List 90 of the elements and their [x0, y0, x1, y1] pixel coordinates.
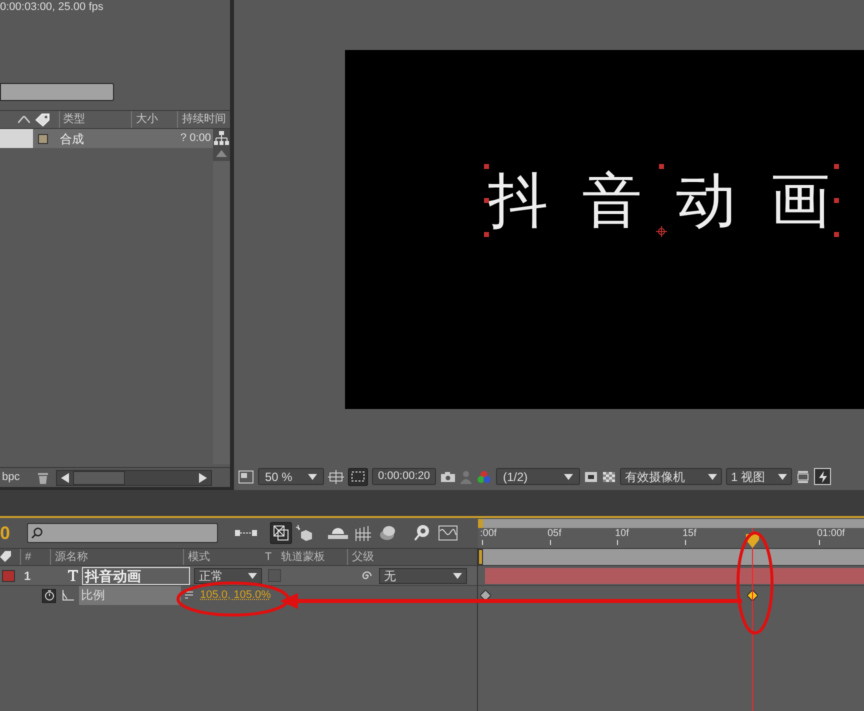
draft-3d-toggle[interactable] — [270, 522, 292, 544]
name-cell — [0, 129, 33, 148]
dropdown-arrow-icon — [308, 474, 317, 480]
column-header[interactable]: 模式 — [183, 548, 261, 566]
layer-search-field[interactable] — [27, 523, 218, 543]
dashed-rect-icon — [351, 471, 365, 482]
stopwatch-toggle[interactable] — [42, 588, 56, 602]
text-layer-icon — [68, 570, 78, 581]
selection-handle[interactable] — [484, 164, 489, 169]
selection-handle[interactable] — [834, 198, 839, 203]
zoom-dropdown[interactable]: 50 % — [258, 468, 324, 485]
ruler-label: 10f — [615, 528, 629, 540]
project-row[interactable]: 合成 ? 0:00 — [0, 129, 213, 148]
selection-handle[interactable] — [834, 232, 839, 237]
selection-handle[interactable] — [659, 164, 664, 169]
layout-icon[interactable] — [796, 470, 810, 484]
layer-row[interactable]: 1 抖音动画 正常 无 — [0, 566, 477, 586]
playhead-marker-icon[interactable] — [746, 534, 759, 548]
column-header[interactable]: T — [261, 548, 277, 566]
search-icon — [31, 527, 43, 539]
mask-toggle[interactable] — [348, 468, 368, 486]
dropdown-arrow-icon — [564, 474, 573, 480]
fast-draft-toggle[interactable] — [814, 468, 831, 485]
keyframe-icon[interactable] — [747, 590, 758, 601]
selection-handle[interactable] — [484, 198, 489, 203]
duration-cell-text: ? 0:00 — [180, 131, 211, 146]
trash-icon[interactable] — [36, 470, 50, 484]
comp-title-text[interactable]: 抖音动画 — [488, 166, 864, 236]
preserve-transparency-checkbox[interactable] — [268, 569, 281, 582]
keyframe-icon[interactable] — [480, 590, 491, 601]
camera-icon[interactable] — [440, 470, 456, 482]
camera-dropdown[interactable]: 有效摄像机 — [620, 468, 722, 485]
flowchart-icon[interactable] — [213, 129, 230, 147]
tag-icon[interactable] — [0, 550, 12, 564]
bit-depth-label[interactable]: bpc — [2, 469, 36, 486]
dropdown-arrow-icon — [778, 474, 787, 480]
dropdown-arrow-icon — [453, 572, 462, 578]
views-dropdown[interactable]: 1 视图 — [726, 468, 792, 485]
column-header[interactable]: 类型 — [59, 111, 131, 128]
mode-dropdown[interactable]: 正常 — [194, 568, 262, 584]
region-icon[interactable] — [238, 470, 254, 484]
timecode-field[interactable]: 0:00:00:20 — [372, 468, 436, 485]
stopwatch-icon — [44, 590, 54, 601]
ruler-label: 01:00f — [817, 528, 845, 540]
parent-dropdown[interactable]: 无 — [379, 568, 467, 584]
dropdown-arrow-icon — [708, 474, 717, 480]
layer-index: 1 — [24, 568, 32, 584]
selection-handle[interactable] — [484, 232, 489, 237]
scroll-left-arrow-icon[interactable] — [61, 472, 69, 482]
column-header[interactable]: # — [20, 548, 50, 566]
stacked-discs-icon[interactable] — [378, 525, 396, 541]
ruler-label: 15f — [682, 528, 696, 540]
tag-icon[interactable] — [35, 112, 51, 126]
scrollbar-thumb[interactable] — [73, 470, 125, 484]
type-cell-text: 合成 — [60, 130, 84, 148]
lightning-icon — [818, 470, 828, 482]
dropdown-arrow-icon — [248, 572, 257, 578]
work-area-start-handle[interactable] — [478, 549, 483, 565]
search-field[interactable] — [0, 83, 114, 101]
ruler-label: 05f — [548, 528, 562, 540]
selection-handle[interactable] — [834, 164, 839, 169]
layer-name-field[interactable]: 抖音动画 — [82, 566, 190, 584]
property-name: 比例 — [79, 586, 181, 605]
horizontal-scrollbar[interactable] — [56, 470, 212, 486]
checkerboard-icon[interactable] — [602, 470, 616, 482]
column-header[interactable]: 轨道蒙板 — [277, 548, 347, 566]
current-time[interactable]: 0 — [0, 520, 27, 546]
graph-editor-icon[interactable] — [438, 525, 458, 541]
column-header[interactable]: 源名称 — [50, 548, 183, 566]
comp-info-text: 0:00:03:00, 25.00 fps — [0, 0, 104, 15]
light-bulb-icon[interactable] — [412, 524, 432, 542]
shy-layers-icon[interactable] — [328, 526, 348, 540]
resolution-dropdown[interactable]: (1/2) — [496, 468, 580, 485]
column-header[interactable]: 大小 — [131, 111, 177, 128]
link-icon[interactable] — [184, 591, 194, 600]
color-channels-icon[interactable] — [476, 470, 492, 484]
cube-sparkle-icon[interactable] — [296, 525, 314, 541]
fast-preview-icon[interactable] — [584, 470, 598, 482]
scroll-right-arrow-icon[interactable] — [199, 472, 207, 482]
ruler-label: :00f — [480, 528, 497, 540]
anchor-point-icon[interactable] — [656, 226, 667, 237]
property-value[interactable]: 105.0, 105.0% — [200, 587, 271, 604]
grid-options-icon[interactable] — [328, 470, 344, 484]
spiral-icon[interactable] — [361, 570, 373, 582]
column-header[interactable]: 父级 — [347, 548, 477, 566]
column-header[interactable]: 持续时间 — [177, 111, 226, 128]
overlapping-frames-icon — [273, 525, 289, 541]
graph-icon[interactable] — [62, 590, 74, 601]
layer-label-swatch[interactable] — [2, 570, 15, 582]
filmstrip-icon[interactable] — [354, 525, 372, 541]
